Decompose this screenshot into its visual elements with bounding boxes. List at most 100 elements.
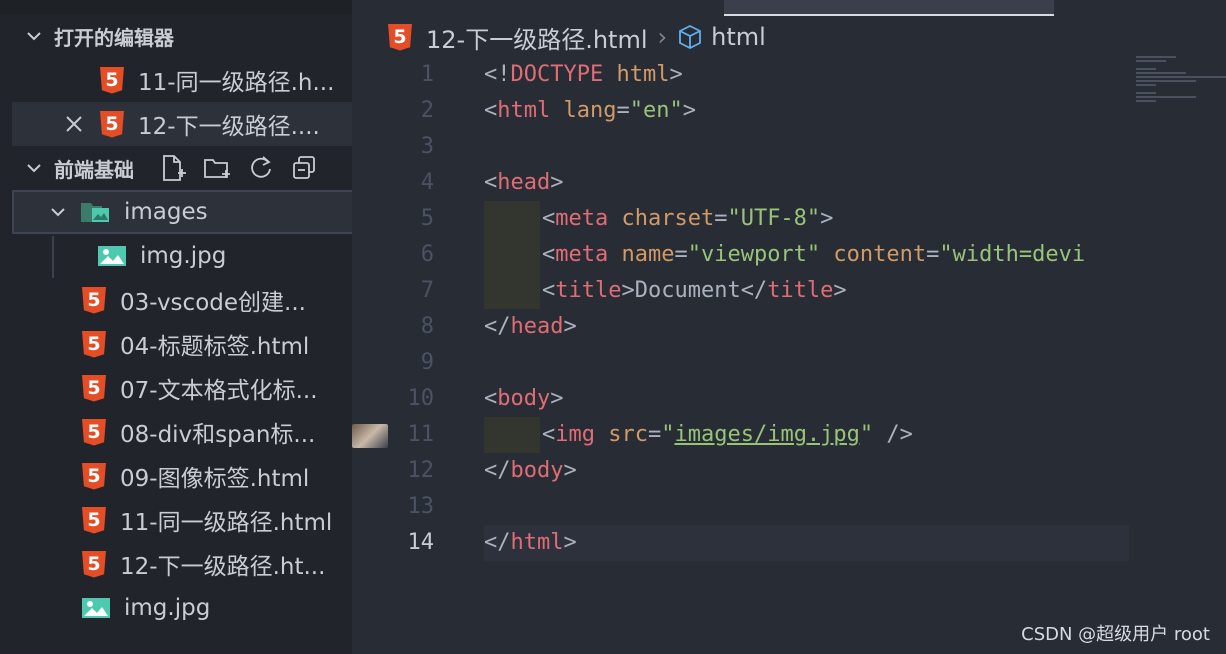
attr: charset [608, 206, 715, 231]
attr: content [820, 242, 927, 267]
chevron-down-icon [51, 208, 65, 217]
folder-images[interactable]: images [12, 190, 352, 234]
html5-icon: 5 [100, 66, 124, 94]
file-label: 03-vscode创建... [120, 290, 306, 316]
file-item[interactable]: 5 04-标题标签.html [12, 322, 352, 366]
code-editor[interactable]: 5 12-下一级路径.html › html 1 2 3 4 5 6 7 8 9… [352, 0, 1226, 654]
open-editor-item-active[interactable]: 5 12-下一级路径.... [12, 102, 352, 146]
punct: < [542, 242, 556, 267]
punct: < [484, 170, 498, 195]
folder-label: images [124, 199, 208, 225]
breadcrumb-file[interactable]: 12-下一级路径.html [426, 20, 648, 55]
close-icon[interactable] [64, 114, 84, 134]
open-editor-item[interactable]: 5 11-同一级路径.h... [12, 58, 352, 102]
new-file-icon[interactable] [158, 153, 188, 183]
open-editors-title: 打开的编辑器 [54, 25, 174, 50]
file-item[interactable]: 5 12-下一级路径.ht... [12, 542, 352, 586]
punct: = [616, 98, 630, 123]
punct: </ [484, 530, 511, 555]
code-line-1[interactable]: <!DOCTYPE html> [484, 57, 683, 93]
file-item[interactable]: 5 09-图像标签.html [12, 454, 352, 498]
punct: /> [873, 422, 913, 447]
code-line-6[interactable]: <meta name="viewport" content="width=dev… [542, 237, 1085, 273]
line-number: 11 [407, 422, 435, 447]
tag: head [510, 314, 564, 339]
file-label: 04-标题标签.html [120, 334, 310, 360]
html5-icon: 5 [82, 330, 106, 358]
string: " [661, 422, 675, 447]
new-folder-icon[interactable] [202, 153, 232, 183]
line-number: 10 [407, 386, 435, 411]
html5-icon: 5 [82, 462, 106, 490]
code-line-8[interactable]: </head> [484, 309, 577, 345]
tag: meta [555, 242, 609, 267]
punct: > [669, 62, 683, 87]
explorer-sidebar: 打开的编辑器 5 11-同一级路径.h... 5 12-下一级路径.... 前端… [0, 0, 352, 654]
open-editors-header[interactable]: 打开的编辑器 [12, 14, 352, 58]
punct: < [542, 206, 556, 231]
tag: html [497, 98, 551, 123]
line-number: 2 [420, 98, 434, 123]
punct: < [484, 98, 498, 123]
indent-highlight [484, 417, 540, 453]
project-header[interactable]: 前端基础 [12, 146, 352, 190]
attr: name [608, 242, 675, 267]
file-item[interactable]: img.jpg [12, 234, 352, 278]
line-number: 8 [420, 314, 434, 339]
collapse-all-icon[interactable] [290, 153, 320, 183]
tag: title [555, 278, 622, 303]
breadcrumb-symbol[interactable]: html [711, 23, 766, 51]
file-label: 08-div和span标... [120, 422, 316, 448]
doctype: DOCTYPE [510, 62, 604, 87]
code-line-14[interactable]: </html> [484, 525, 577, 561]
tag: title [767, 278, 834, 303]
line-number: 4 [420, 170, 434, 195]
code-line-2[interactable]: <html lang="en"> [484, 93, 696, 129]
indent-highlight [484, 273, 540, 309]
breadcrumb: 5 12-下一级路径.html › html [388, 20, 766, 55]
open-editor-label: 11-同一级路径.h... [138, 70, 335, 96]
punct: > [563, 458, 577, 483]
image-folder-icon [81, 203, 109, 222]
html5-icon: 5 [100, 110, 124, 138]
tag: body [510, 458, 564, 483]
code-line-11[interactable]: <img src="images/img.jpg" /> [542, 417, 913, 453]
text: >Document</ [621, 278, 768, 303]
file-item[interactable]: 5 08-div和span标... [12, 410, 352, 454]
line-number: 1 [420, 62, 434, 87]
chevron-down-icon [27, 32, 41, 41]
punct: > [820, 206, 834, 231]
attr: src [595, 422, 648, 447]
project-title: 前端基础 [54, 157, 134, 182]
path-link[interactable]: images/img.jpg [674, 422, 859, 447]
indent-highlight [484, 237, 540, 273]
open-editor-label: 12-下一级路径.... [138, 114, 320, 140]
punct: > [550, 386, 564, 411]
punct: </ [484, 458, 511, 483]
punct: = [926, 242, 940, 267]
line-number: 13 [407, 494, 435, 519]
string: "viewport" [687, 242, 821, 267]
html5-icon: 5 [82, 286, 106, 314]
code-line-10[interactable]: <body> [484, 381, 563, 417]
code-line-7[interactable]: <title>Document</title> [542, 273, 847, 309]
file-item[interactable]: 5 03-vscode创建... [12, 278, 352, 322]
html5-icon: 5 [82, 374, 106, 402]
minimap[interactable] [1136, 56, 1226, 116]
file-item[interactable]: 5 11-同一级路径.html [12, 498, 352, 542]
code-line-12[interactable]: </body> [484, 453, 577, 489]
line-number-current: 14 [407, 530, 435, 555]
code-line-5[interactable]: <meta charset="UTF-8"> [542, 201, 833, 237]
punct: </ [484, 314, 511, 339]
punct: <! [484, 62, 511, 87]
code-line-4[interactable]: <head> [484, 165, 563, 201]
file-label: img.jpg [124, 595, 211, 621]
html5-icon: 5 [388, 23, 412, 51]
attr: html [603, 62, 670, 87]
file-item[interactable]: 5 07-文本格式化标... [12, 366, 352, 410]
refresh-icon[interactable] [246, 153, 276, 183]
attr: lang [550, 98, 617, 123]
tag: html [510, 530, 564, 555]
file-item[interactable]: img.jpg [12, 586, 352, 630]
chevron-down-icon [27, 164, 41, 173]
